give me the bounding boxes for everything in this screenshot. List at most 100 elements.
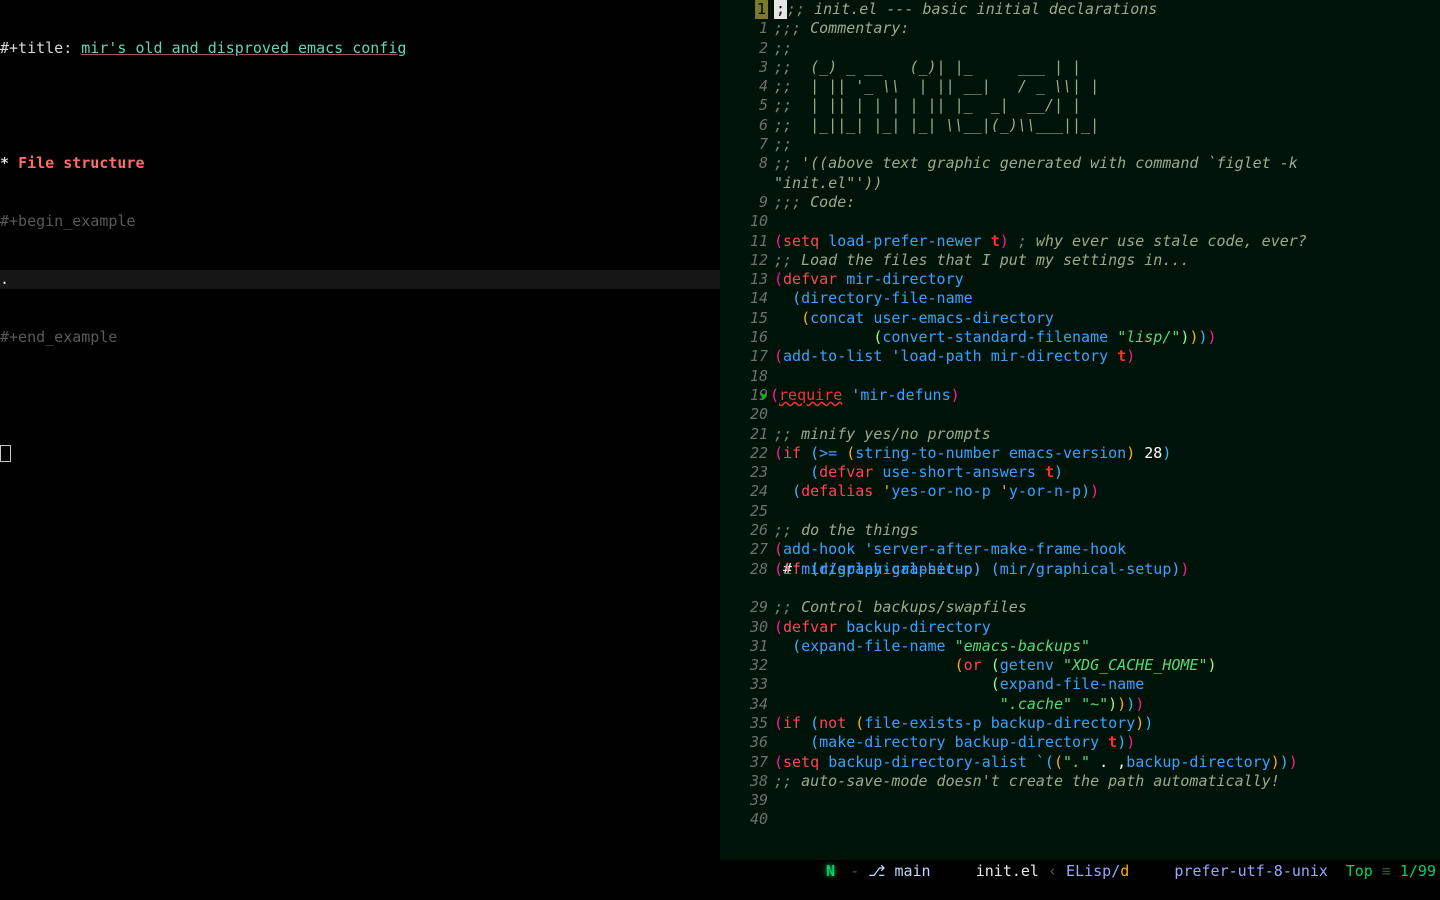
echo-area[interactable] <box>0 880 1440 900</box>
code-line[interactable]: ;; Load the files that I put my settings… <box>774 251 1440 270</box>
begin-example: #+begin_example <box>0 212 720 231</box>
code-line[interactable]: (if (>= (string-to-number emacs-version)… <box>774 444 1440 463</box>
right-window-init-el[interactable]: 1123456789101112131415161718192021222324… <box>720 0 1440 860</box>
code-line[interactable]: ;; | || | | | | || |_ _| __/| | <box>774 96 1440 115</box>
gutter-line: 9 <box>720 193 768 212</box>
encoding: prefer-utf-8-unix <box>1174 862 1328 880</box>
gutter-line: 10 <box>720 212 768 231</box>
code-line[interactable]: (setq load-prefer-newer t) ; why ever us… <box>774 232 1440 251</box>
gutter-line: 40 <box>720 810 768 829</box>
code-line[interactable]: ;; Control backups/swapfiles <box>774 598 1440 617</box>
gutter-line: 31 <box>720 637 768 656</box>
code-line[interactable]: ;; auto-save-mode doesn't create the pat… <box>774 772 1440 791</box>
org-title-line: #+title: mir's old and disproved emacs c… <box>0 39 720 58</box>
code-line[interactable]: (defvar mir-directory <box>774 270 1440 289</box>
point-caret <box>0 444 720 463</box>
gutter-line: 22 <box>720 444 768 463</box>
code-line[interactable] <box>774 212 1440 231</box>
blank-line <box>0 386 720 405</box>
code-line[interactable]: (defvar backup-directory <box>774 618 1440 637</box>
code-line[interactable]: (add-hook 'server-after-make-frame-hook … <box>774 540 1440 559</box>
line-number-gutter: 1123456789101112131415161718192021222324… <box>720 0 768 830</box>
code-line[interactable]: ;; minify yes/no prompts <box>774 425 1440 444</box>
code-line[interactable]: (if (not (file-exists-p backup-directory… <box>774 714 1440 733</box>
code-line[interactable]: ;;; init.el --- basic initial declaratio… <box>774 0 1440 19</box>
gutter-line: 21 <box>720 425 768 444</box>
gutter-line: 29 <box>720 598 768 617</box>
gutter-line: 16 <box>720 328 768 347</box>
gutter-line: 12 <box>720 251 768 270</box>
code-line[interactable] <box>774 579 1440 598</box>
code-line[interactable] <box>774 367 1440 386</box>
modeline-right-active: N - ⎇ main init.el ‹ ELisp/d prefer-utf-… <box>820 861 1440 880</box>
end-example: #+end_example <box>0 328 720 347</box>
code-line[interactable]: (expand-file-name <box>774 675 1440 694</box>
gutter-line: 11 <box>720 232 768 251</box>
code-line[interactable]: (convert-standard-filename "lisp/")))) <box>774 328 1440 347</box>
code-line[interactable]: (concat user-emacs-directory <box>774 309 1440 328</box>
code-line[interactable]: (directory-file-name <box>774 289 1440 308</box>
modeline: N - ⎇ main init.el ‹ ELisp/d prefer-utf-… <box>0 860 1440 880</box>
tree-row: . <box>0 270 720 289</box>
gutter-line: 23 <box>720 463 768 482</box>
code-area[interactable]: ;;; init.el --- basic initial declaratio… <box>774 0 1440 791</box>
split-panes: #+title: mir's old and disproved emacs c… <box>0 0 1440 860</box>
code-line[interactable]: ;; | || '_ \\ | || __| / _ \\| | <box>774 77 1440 96</box>
org-title-key: #+title: <box>0 39 81 57</box>
left-window-readme[interactable]: #+title: mir's old and disproved emacs c… <box>0 0 720 860</box>
gutter-line: 32 <box>720 656 768 675</box>
gutter-line: 5 <box>720 96 768 115</box>
code-line[interactable]: ;; do the things <box>774 521 1440 540</box>
code-line[interactable]: (defalias 'yes-or-no-p 'y-or-n-p)) <box>774 482 1440 501</box>
code-line[interactable]: (or (getenv "XDG_CACHE_HOME") <box>774 656 1440 675</box>
code-line[interactable]: ;; '((above text graphic generated with … <box>774 154 1440 173</box>
gutter-line: 13 <box>720 270 768 289</box>
gutter-line: 7 <box>720 135 768 154</box>
gutter-line: 6 <box>720 116 768 135</box>
gutter-line: 4 <box>720 77 768 96</box>
code-line[interactable]: ;; <box>774 39 1440 58</box>
code-line[interactable]: ;;; Commentary: <box>774 19 1440 38</box>
file-tree-block: .├── early-init.el ;; basic variables fo… <box>0 270 720 289</box>
code-line[interactable]: (expand-file-name "emacs-backups" <box>774 637 1440 656</box>
emacs-frame: #+title: mir's old and disproved emacs c… <box>0 0 1440 900</box>
gutter-line: 24 <box>720 482 768 501</box>
gutter-line: 36 <box>720 733 768 752</box>
code-line[interactable]: ".cache" "~")))) <box>774 695 1440 714</box>
gutter-line: 30 <box>720 618 768 637</box>
gutter-line: 15 <box>720 309 768 328</box>
code-line[interactable]: (add-to-list 'load-path mir-directory t) <box>774 347 1440 366</box>
mode-state: d <box>1120 862 1129 880</box>
gutter-line: 17 <box>720 347 768 366</box>
code-line[interactable]: (defvar use-short-answers t) <box>774 463 1440 482</box>
gutter-line: 1 <box>720 19 768 38</box>
gutter-line: 3 <box>720 58 768 77</box>
code-line[interactable]: ;; (_) _ __ (_)| |_ ___ | | <box>774 58 1440 77</box>
gutter-line: 26 <box>720 521 768 540</box>
code-line[interactable] <box>774 502 1440 521</box>
vc-branch: main <box>885 862 930 880</box>
buffer-name[interactable]: init.el <box>976 862 1039 880</box>
code-line[interactable]: (if (display-graphic-p) (mir/graphical-s… <box>774 560 1440 579</box>
code-line[interactable]: ;;; Code: <box>774 193 1440 212</box>
code-line[interactable]: ▸(require 'mir-defuns) <box>774 386 1440 405</box>
heading-text: File structure <box>18 154 144 172</box>
vc-branch-icon: ⎇ <box>868 862 885 880</box>
evil-state-indicator: N <box>820 862 841 880</box>
gutter-line: 28 <box>720 560 768 579</box>
gutter-line: 18 <box>720 367 768 386</box>
modeline-left-inactive <box>0 861 820 880</box>
code-line[interactable]: ;; <box>774 135 1440 154</box>
gutter-line: 35 <box>720 714 768 733</box>
gutter-line: 8 <box>720 154 768 173</box>
code-line[interactable]: (setq backup-directory-alist `(("." . ,b… <box>774 753 1440 772</box>
major-mode[interactable]: ELisp <box>1066 862 1111 880</box>
gutter-line: 38 <box>720 772 768 791</box>
code-line[interactable]: (make-directory backup-directory t)) <box>774 733 1440 752</box>
code-line[interactable] <box>774 405 1440 424</box>
org-title-value: mir's old and disproved emacs config <box>81 39 406 57</box>
gutter-current: 1 <box>720 0 768 19</box>
position-indicator: Top ≡ 1/99 <box>1346 861 1436 881</box>
code-line[interactable]: ;; |_||_| |_| |_| \\__|(_)\\___||_| <box>774 116 1440 135</box>
cursor-icon <box>0 445 11 462</box>
